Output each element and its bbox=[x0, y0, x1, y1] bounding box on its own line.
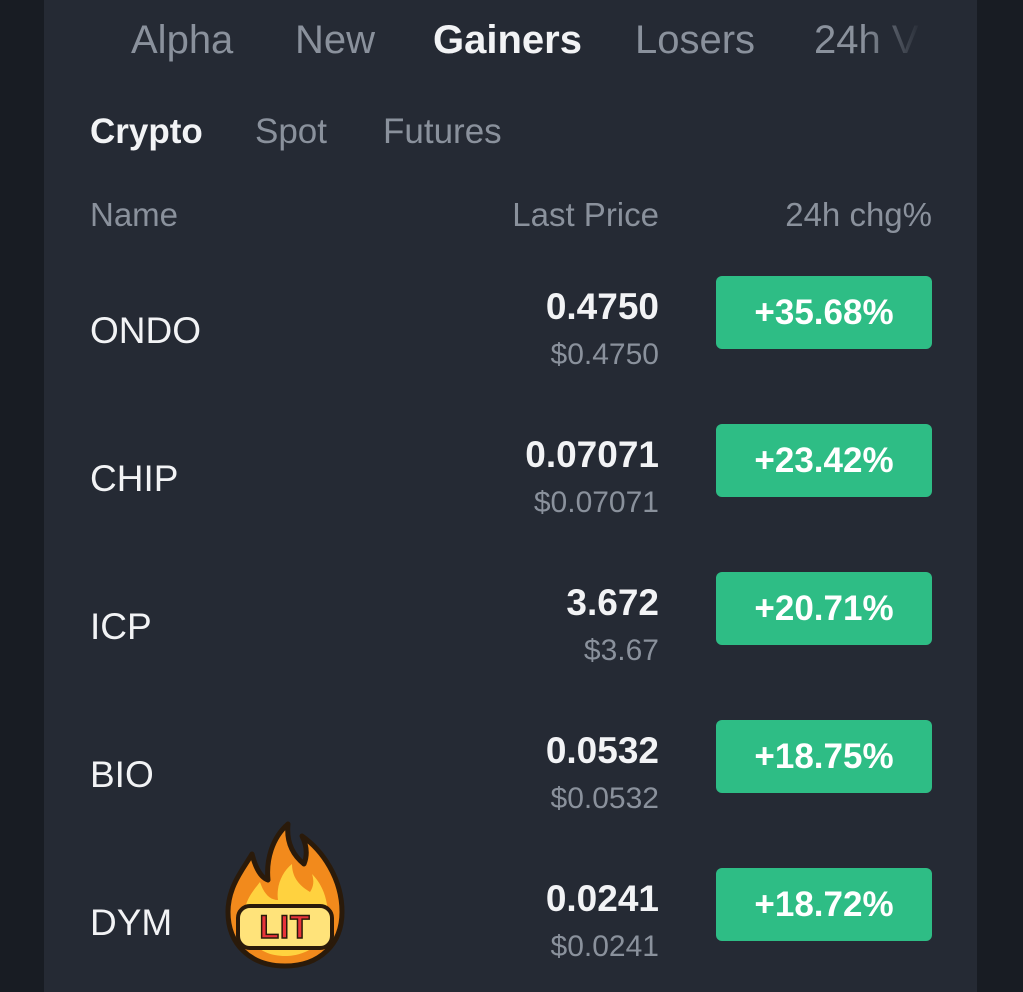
coin-name: DYM bbox=[90, 902, 173, 943]
table-row[interactable]: ICP 3.672 $3.67 +20.71% bbox=[44, 572, 977, 734]
change-badge[interactable]: +18.72% bbox=[716, 868, 932, 941]
tab-futures[interactable]: Futures bbox=[383, 112, 502, 152]
change-badge[interactable]: +20.71% bbox=[716, 572, 932, 645]
usd-price: $0.07071 bbox=[533, 486, 659, 519]
last-price: 3.672 bbox=[566, 582, 659, 623]
usd-price: $0.4750 bbox=[550, 338, 659, 371]
column-header-change[interactable]: 24h chg% bbox=[785, 196, 932, 234]
table-row[interactable]: DYM 0.0241 $0.0241 +18.72% bbox=[44, 868, 977, 992]
tab-new[interactable]: New bbox=[295, 18, 375, 63]
lit-fire-sticker: LIT bbox=[222, 820, 348, 970]
table-row[interactable]: CHIP 0.07071 $0.07071 +23.42% bbox=[44, 424, 977, 586]
coin-name: ICP bbox=[90, 606, 152, 647]
fire-icon: LIT bbox=[225, 821, 345, 969]
usd-price: $3.67 bbox=[583, 634, 659, 667]
change-badge[interactable]: +35.68% bbox=[716, 276, 932, 349]
market-tabs: Alpha New Gainers Losers 24h V bbox=[44, 0, 932, 86]
usd-price: $0.0241 bbox=[550, 930, 659, 963]
tab-losers[interactable]: Losers bbox=[635, 18, 755, 63]
sticker-text: LIT bbox=[260, 909, 311, 945]
table-row[interactable]: ONDO 0.4750 $0.4750 +35.68% bbox=[44, 276, 977, 438]
coin-name: ONDO bbox=[90, 310, 201, 351]
tab-alpha[interactable]: Alpha bbox=[131, 18, 233, 63]
tabs-fade-overlay bbox=[862, 0, 932, 86]
change-badge[interactable]: +23.42% bbox=[716, 424, 932, 497]
last-price: 0.0532 bbox=[545, 730, 659, 771]
tab-spot[interactable]: Spot bbox=[255, 112, 327, 152]
table-row[interactable]: BIO 0.0532 $0.0532 +18.75% bbox=[44, 720, 977, 882]
last-price: 0.0241 bbox=[545, 878, 659, 919]
last-price: 0.4750 bbox=[545, 286, 659, 327]
change-badge[interactable]: +18.75% bbox=[716, 720, 932, 793]
tab-gainers[interactable]: Gainers bbox=[433, 18, 582, 63]
column-header-name[interactable]: Name bbox=[90, 196, 178, 234]
column-header-last-price[interactable]: Last Price bbox=[512, 196, 659, 234]
tab-crypto[interactable]: Crypto bbox=[90, 112, 203, 152]
usd-price: $0.0532 bbox=[550, 782, 659, 815]
coin-name: CHIP bbox=[90, 458, 179, 499]
coin-name: BIO bbox=[90, 754, 154, 795]
market-panel: Alpha New Gainers Losers 24h V Crypto Sp… bbox=[44, 0, 977, 992]
last-price: 0.07071 bbox=[525, 434, 659, 475]
